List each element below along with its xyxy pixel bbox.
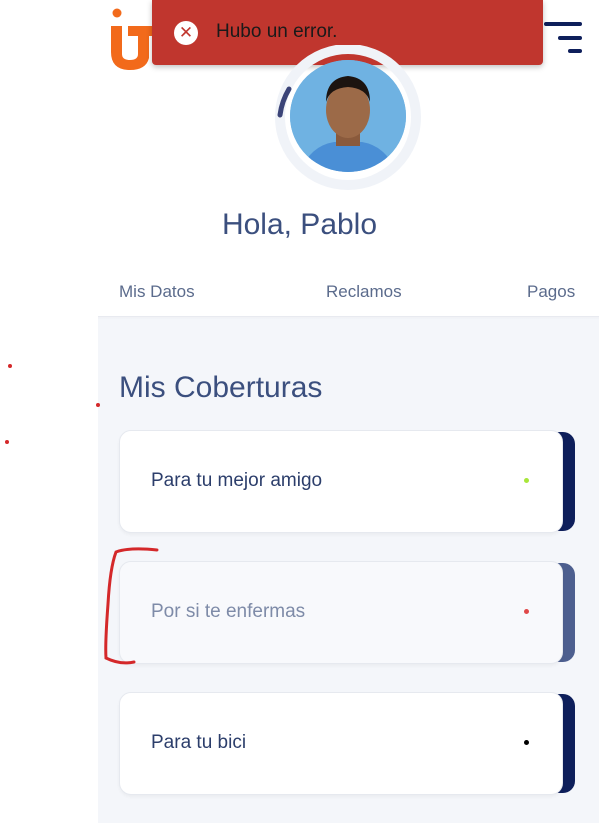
status-dot [524, 609, 529, 614]
tab-reclamos[interactable]: Reclamos [326, 282, 402, 302]
annotation-dot [5, 440, 9, 444]
coverage-label: Por si te enfermas [151, 601, 306, 622]
error-icon[interactable]: ✕ [174, 21, 198, 45]
user-avatar-photo [290, 60, 406, 172]
coverage-card-health[interactable]: Por si te enfermas [119, 561, 575, 664]
ut-logo[interactable] [108, 8, 154, 74]
coverage-card-pet[interactable]: Para tu mejor amigo [119, 430, 575, 533]
status-dot [524, 740, 529, 745]
greeting: Hola, Pablo [221, 208, 378, 241]
annotation-dot [8, 364, 12, 368]
status-dot [524, 478, 529, 483]
section-title: Mis Coberturas [119, 371, 323, 404]
avatar[interactable] [290, 60, 406, 172]
coverage-card-bike[interactable]: Para tu bici [119, 692, 575, 795]
annotation-bracket [104, 547, 159, 665]
coverage-label: Para tu bici [151, 732, 247, 753]
toast-message: Hubo un error. [216, 21, 338, 42]
hamburger-menu-icon[interactable] [540, 20, 586, 56]
tab-pagos[interactable]: Pagos [527, 282, 575, 302]
profile-tabs: Mis Datos Reclamos Pagos [0, 282, 599, 306]
annotation-dot [96, 403, 100, 407]
tabs-divider [98, 316, 599, 319]
coverage-label: Para tu mejor amigo [151, 470, 323, 491]
left-gutter [0, 318, 98, 823]
tab-mis-datos[interactable]: Mis Datos [119, 282, 195, 302]
